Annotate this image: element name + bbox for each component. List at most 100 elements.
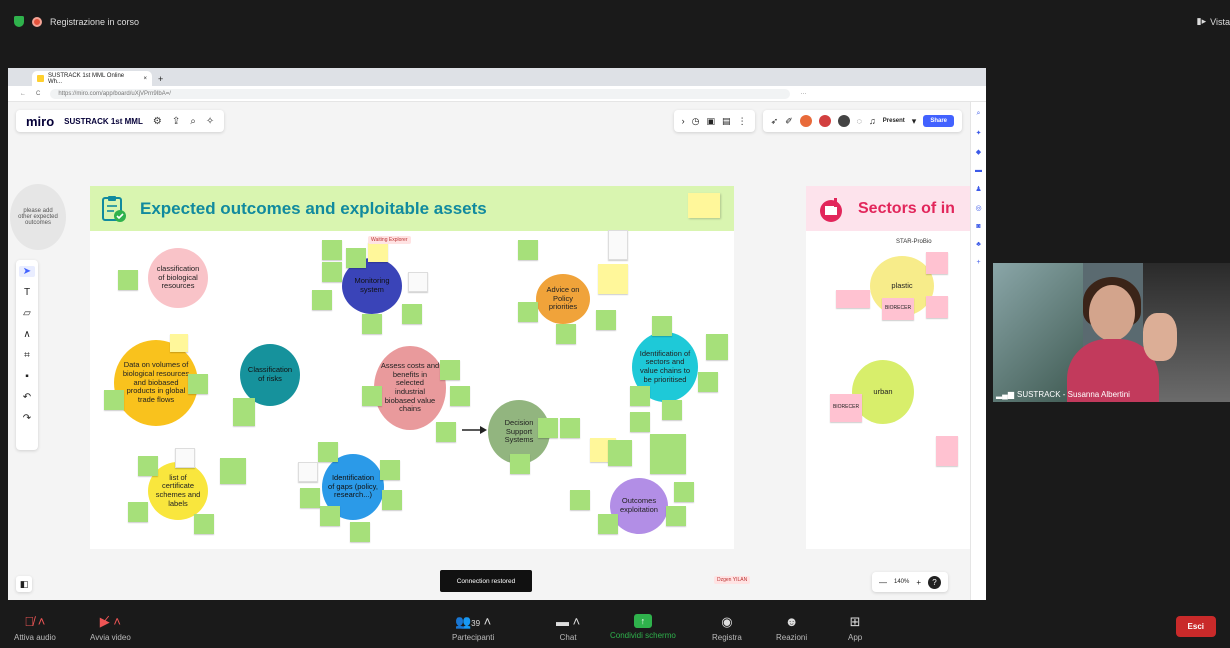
miro-logo[interactable]: miro	[26, 114, 54, 129]
sticky-note[interactable]	[674, 482, 694, 502]
circle-classification-risks[interactable]: Classification of risks	[240, 344, 300, 406]
text-tool-icon[interactable]: T	[24, 287, 30, 298]
notes-icon[interactable]: ▤	[722, 116, 731, 127]
magic-icon[interactable]: ✧	[206, 116, 214, 127]
reactions-button[interactable]: ☻ Reazioni	[776, 614, 807, 642]
sticky-note[interactable]	[104, 390, 124, 410]
browser-menu-icon[interactable]: ···	[800, 91, 806, 97]
sticky-note[interactable]	[650, 434, 686, 474]
redo-icon[interactable]: ↷	[23, 413, 31, 424]
sticky-note[interactable]	[598, 514, 618, 534]
sidebar-toggle-icon[interactable]: ◧	[16, 576, 32, 592]
zoom-out-icon[interactable]: —	[879, 578, 887, 587]
sticky-note[interactable]	[138, 456, 158, 476]
side-note[interactable]: please add other expected outcomes	[10, 184, 66, 250]
participants-button[interactable]: 👥39 ˄ Partecipanti	[452, 614, 494, 642]
card-icon[interactable]: ▣	[707, 116, 716, 127]
sticky-note[interactable]	[510, 454, 530, 474]
briefcase-icon[interactable]: ▬	[975, 167, 982, 174]
sticky-note[interactable]	[175, 448, 195, 468]
reload-icon[interactable]: C	[36, 91, 40, 97]
sticky-note[interactable]	[322, 240, 342, 260]
sticky-note[interactable]	[926, 296, 948, 318]
video-button[interactable]: ▶̸ ˄ Avvia video	[90, 614, 131, 642]
settings-icon[interactable]: ⚙	[153, 116, 162, 127]
miro-board[interactable]: miro SUSTRACK 1st MML ⚙ ⇪ ⌕ ✧ › ◷ ▣ ▤ ⋮ …	[8, 102, 970, 600]
more-icon[interactable]: ⋮	[738, 116, 747, 127]
help-icon[interactable]: ?	[928, 575, 942, 589]
sticky-note[interactable]	[346, 248, 366, 268]
circle-assess-costs[interactable]: Assess costs and benefits in selected in…	[374, 346, 446, 430]
sticky-biorecer[interactable]: BIORECER	[882, 298, 914, 320]
people-icon[interactable]: ♟	[975, 185, 981, 193]
arrow-connector[interactable]	[462, 424, 488, 436]
close-icon[interactable]: ×	[143, 76, 147, 82]
share-screen-button[interactable]: ↑ Condividi schermo	[610, 614, 676, 640]
sticky-note[interactable]	[188, 374, 208, 394]
frame-expected-outcomes[interactable]: Expected outcomes and exploitable assets…	[90, 186, 734, 549]
sticky-note[interactable]	[300, 488, 320, 508]
star-probio-label[interactable]: STAR-ProBio	[894, 238, 934, 247]
sticky-note[interactable]	[706, 334, 728, 360]
office-icon[interactable]: ◎	[975, 204, 981, 212]
circle-data-volumes[interactable]: Data on volumes of biological resources …	[114, 340, 198, 426]
zoom-level[interactable]: 140%	[894, 579, 909, 585]
avatar[interactable]	[837, 115, 850, 127]
tree-icon[interactable]: ♣	[976, 241, 981, 248]
frame-title[interactable]: Sectors of in	[858, 200, 955, 218]
circle-classification-biological-resources[interactable]: classification of biological resources	[148, 248, 208, 308]
chevron-right-icon[interactable]: ›	[682, 116, 685, 126]
sticky-note[interactable]	[630, 412, 650, 432]
sticky-note[interactable]	[666, 506, 686, 526]
sticky-biorecer[interactable]: BIORECER	[830, 394, 862, 422]
present-button[interactable]: Present	[883, 118, 905, 124]
sticky-note[interactable]	[538, 418, 558, 438]
circle-advice-policy-priorities[interactable]: Advice on Policy priorities	[536, 274, 590, 324]
sticky-note[interactable]	[118, 270, 138, 290]
sticky-note[interactable]	[350, 522, 370, 542]
avatar[interactable]	[799, 115, 812, 127]
sticky-note[interactable]	[570, 490, 590, 510]
sticky-note[interactable]	[598, 264, 628, 294]
select-tool-icon[interactable]: ➤	[19, 266, 35, 277]
sticky-note[interactable]	[318, 442, 338, 462]
outlook-icon[interactable]: ◙	[976, 223, 980, 230]
comment-icon[interactable]: ◌	[857, 116, 862, 126]
exit-button[interactable]: Esci	[1175, 616, 1216, 637]
sticky-note[interactable]	[380, 460, 400, 480]
sticky-note[interactable]	[630, 386, 650, 406]
mute-button[interactable]: 🎙̸ ˄ Attiva audio	[14, 614, 56, 642]
sticky-note[interactable]	[320, 506, 340, 526]
sticky-note[interactable]	[170, 334, 188, 352]
sticky-note[interactable]	[436, 422, 456, 442]
sticky-note[interactable]	[402, 304, 422, 324]
sticky-note[interactable]	[220, 458, 246, 484]
sticky-note[interactable]	[662, 400, 682, 420]
sticky-note[interactable]	[233, 398, 255, 426]
search-icon[interactable]: ⌕	[977, 110, 981, 118]
sticky-note[interactable]	[836, 290, 870, 308]
frame-title[interactable]: Expected outcomes and exploitable assets	[140, 199, 487, 219]
apps-button[interactable]: ⊞ App	[848, 614, 862, 642]
sticky-note[interactable]	[368, 242, 388, 262]
browser-tab[interactable]: SUSTRACK 1st MML Online Wh... ×	[32, 71, 152, 86]
circle-outcomes-exploitation[interactable]: Outcomes exploitation	[610, 478, 668, 534]
sticky-note[interactable]	[194, 514, 214, 534]
timer-icon[interactable]: ◷	[692, 116, 700, 127]
sticky-note[interactable]	[556, 324, 576, 344]
sticky-note[interactable]	[322, 262, 342, 282]
sticky-note[interactable]	[688, 193, 720, 218]
share-button[interactable]: Share	[923, 115, 954, 127]
sticky-note[interactable]	[608, 230, 628, 260]
sparkle-icon[interactable]: ✦	[976, 129, 982, 137]
view-button[interactable]: ▮▸ Vista	[1197, 16, 1230, 27]
cursor-icon[interactable]: ➶	[771, 116, 779, 127]
sticky-note[interactable]	[652, 316, 672, 336]
sticky-note[interactable]	[362, 314, 382, 334]
sticky-note[interactable]	[608, 440, 632, 466]
sticky-note[interactable]	[698, 372, 718, 392]
sticky-note[interactable]	[440, 360, 460, 380]
chat-button[interactable]: ▬ ˄ Chat	[556, 614, 580, 642]
frame-sectors[interactable]: Sectors of in plastic STAR-ProBio BIOREC…	[806, 186, 970, 549]
back-icon[interactable]: ←	[20, 91, 26, 97]
